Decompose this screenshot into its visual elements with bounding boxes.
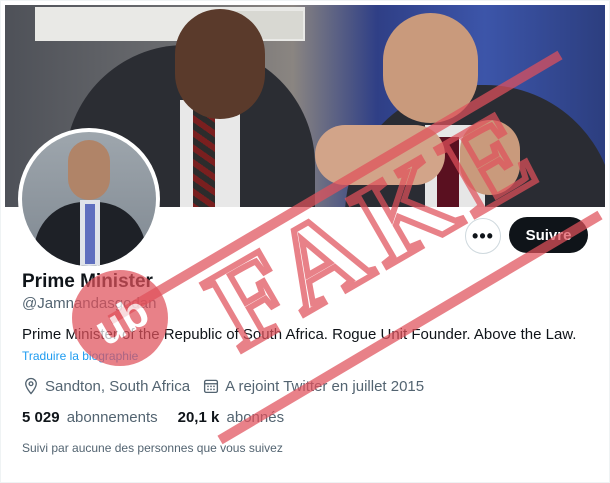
followed-by-text: Suivi par aucune des personnes que vous …	[22, 441, 283, 455]
profile-meta: Sandton, South Africa A rejoint Twitter …	[22, 377, 436, 395]
following-link[interactable]: 5 029 abonnements	[22, 409, 158, 426]
location-item: Sandton, South Africa	[22, 377, 190, 395]
profile-card: ••• Suivre Prime Minister @Jamnandasgoda…	[0, 0, 610, 483]
profile-stats: 5 029 abonnements 20,1 k abonnés	[22, 409, 304, 426]
calendar-icon	[202, 377, 220, 395]
location-icon	[22, 377, 40, 395]
more-icon: •••	[472, 225, 494, 246]
location-text: Sandton, South Africa	[45, 377, 191, 395]
following-label: abonnements	[66, 409, 158, 426]
followers-count: 20,1 k	[177, 409, 220, 426]
profile-handle: @Jamnandasgodan	[22, 295, 157, 312]
followers-label: abonnés	[226, 409, 285, 426]
following-count: 5 029	[22, 409, 60, 426]
joined-item: A rejoint Twitter en juillet 2015	[202, 377, 424, 395]
profile-avatar[interactable]	[18, 128, 160, 270]
profile-bio: Prime Minister of the Republic of South …	[22, 326, 577, 343]
follow-button[interactable]: Suivre	[509, 217, 588, 253]
followers-link[interactable]: 20,1 k abonnés	[178, 409, 284, 426]
profile-name: Prime Minister	[22, 271, 153, 292]
translate-bio-link[interactable]: Traduire la biographie	[22, 349, 138, 363]
more-options-button[interactable]: •••	[465, 218, 501, 254]
joined-text: A rejoint Twitter en juillet 2015	[225, 377, 425, 395]
